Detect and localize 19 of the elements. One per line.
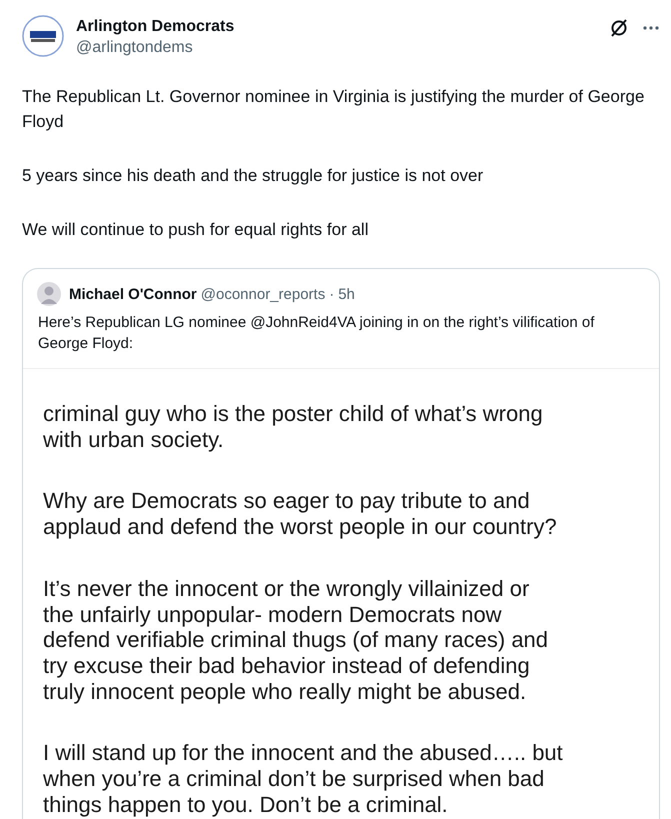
more-icon xyxy=(643,26,659,30)
screenshot-text: criminal guy who is the poster child of what’s wrong with urban society. xyxy=(43,401,544,452)
quote-author-handle: @oconnor_reports xyxy=(200,286,326,302)
tweet-text: The Republican Lt. Governor nominee in Virginia is justifying the murder of George Floyd xyxy=(22,86,646,133)
quote-text: Here’s Republican LG nominee @JohnReid4VA joining in on the right’s vilification of George Floyd: xyxy=(38,313,596,354)
avatar-logo-icon xyxy=(22,15,64,57)
quote-card[interactable] xyxy=(22,268,660,819)
screenshot-text: It’s never the innocent or the wrongly villainized or the unfairly unpopular- modern Democrats now defend verifiable criminal thugs (of many races) and try excuse their bad behavior instead of defending truly innocent people who really might be abused. xyxy=(43,576,550,704)
tweet-text: 5 years since his death and the struggle for justice is not over xyxy=(22,165,484,187)
avatar-silhouette-icon xyxy=(37,282,61,306)
separator-dot: · xyxy=(329,286,334,302)
slashed-circle-icon xyxy=(609,18,629,38)
tweet-text: We will continue to push for equal rights for all xyxy=(22,219,370,241)
screenshot-text: I will stand up for the innocent and the abused….. but when you’re a criminal don’t be surprised when bad things happen to you. Don’t be a criminal. xyxy=(43,740,564,818)
author-handle[interactable]: @arlingtondems xyxy=(76,39,609,57)
author-name[interactable]: Arlington Democrats xyxy=(76,18,609,36)
quote-time: 5h xyxy=(338,286,355,302)
quote-author-name: Michael O'Connor xyxy=(69,286,197,302)
screenshot-text: Why are Democrats so eager to pay tribute to and applaud and defend the worst people in our country? xyxy=(43,488,558,540)
